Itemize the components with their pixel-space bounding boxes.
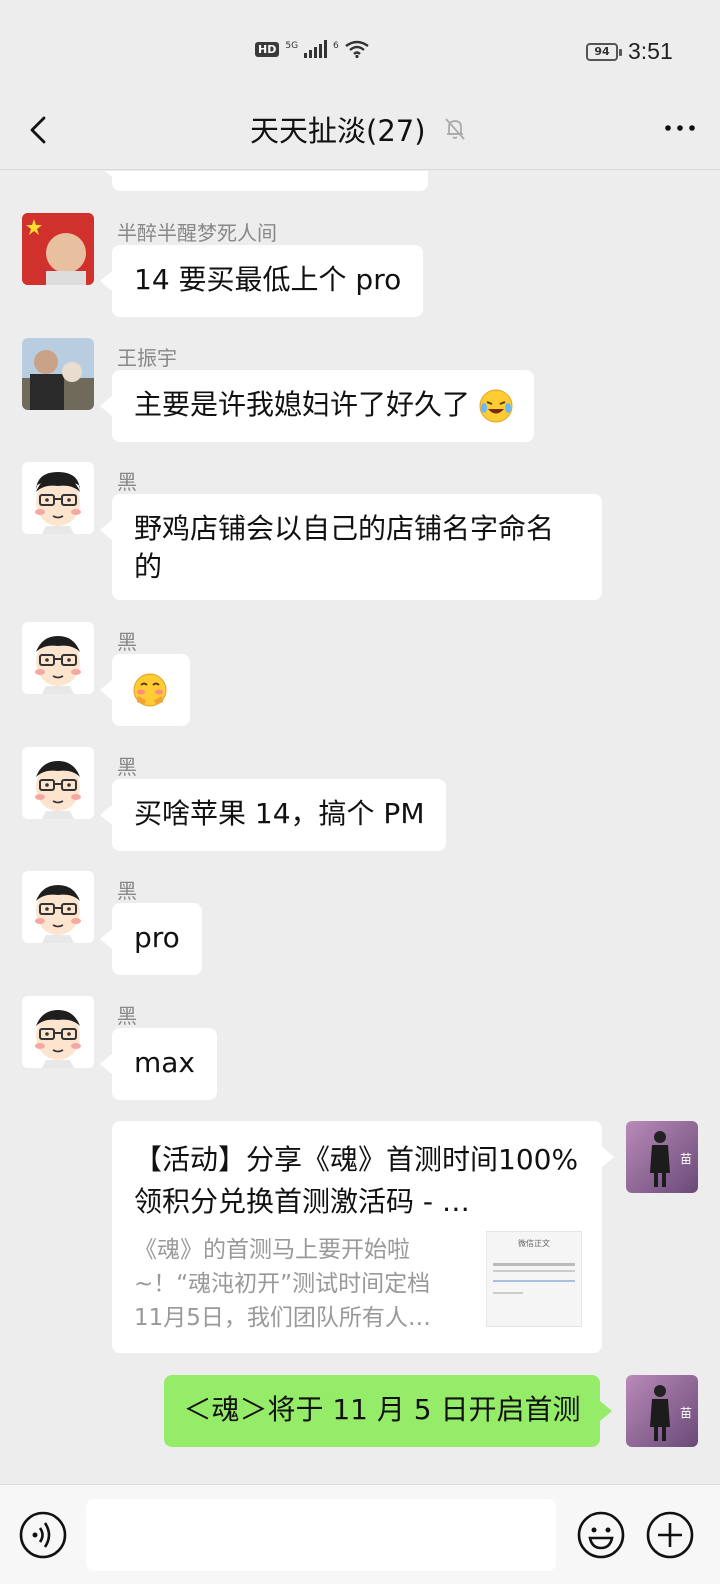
avatar[interactable] — [22, 747, 94, 819]
link-card-thumbnail: 微信正文 — [486, 1231, 582, 1327]
emoji-icon[interactable] — [576, 1510, 626, 1560]
my-avatar[interactable]: 苗 — [626, 1121, 698, 1193]
status-bar: HD 5G 6 94 3:51 — [0, 0, 720, 90]
message-text: 主要是许我媳妇许了好久了 — [134, 388, 471, 421]
avatar[interactable] — [22, 213, 94, 285]
sender-name: 黑 — [117, 755, 137, 779]
sender-name: 黑 — [117, 1004, 137, 1028]
sender-name: 半醉半醒梦死人间 — [117, 221, 277, 245]
avatar[interactable] — [22, 622, 94, 694]
message-text: 野鸡店铺会以自己的店铺名字命名的 — [134, 512, 555, 583]
avatar-cartoon-glasses — [22, 747, 94, 819]
laughing-crying-emoji-icon — [479, 389, 513, 423]
avatar-photo — [22, 338, 94, 410]
message-bubble[interactable]: 野鸡店铺会以自己的店铺名字命名的 — [100, 494, 602, 600]
link-card-description: 《魂》的首测马上要开始啦~！“魂沌初开”测试时间定档11月5日，我们团队所有人… — [134, 1237, 431, 1331]
avatar-stylized-figure: 苗 — [626, 1121, 698, 1193]
plus-icon[interactable] — [645, 1510, 695, 1560]
clock: 3:51 — [628, 38, 673, 64]
avatar-cartoon-glasses — [22, 996, 94, 1068]
message-list[interactable]: 半醉半醒梦死人间 14 要买最低上个 pro 王振宇 主要是许我媳妇许了好久了 — [0, 171, 720, 1484]
message-bubble[interactable]: max — [99, 1028, 218, 1100]
message-bubble[interactable]: pro — [100, 903, 202, 975]
avatar[interactable] — [22, 871, 94, 943]
sender-name: 黑 — [117, 630, 137, 654]
wifi-icon — [345, 40, 369, 58]
hd-indicator: HD — [255, 41, 280, 57]
title-group: 天天扯淡(27) — [250, 108, 468, 150]
status-icons: HD 5G 6 — [255, 40, 369, 58]
message-bubble[interactable] — [100, 654, 190, 726]
network-type: 5G — [285, 41, 299, 51]
message-text: ＜魂＞将于 11 月 5 日开启首测 — [183, 1393, 581, 1426]
avatar[interactable] — [22, 338, 94, 410]
sender-name: 黑 — [117, 470, 137, 494]
signal-icon — [304, 40, 328, 58]
thumb-header: 微信正文 — [518, 1239, 550, 1248]
shy-face-emoji-icon — [133, 673, 167, 707]
input-bar — [0, 1484, 720, 1584]
avatar-cartoon-glasses — [22, 462, 94, 534]
avatar-cartoon-glasses — [22, 622, 94, 694]
back-icon[interactable] — [20, 110, 60, 150]
message-bubble[interactable]: 14 要买最低上个 pro — [99, 245, 424, 317]
chat-title[interactable]: 天天扯淡(27) — [250, 108, 426, 150]
avatar[interactable] — [22, 996, 94, 1068]
link-card[interactable]: 【活动】分享《魂》首测时间100%领积分兑换首测激活码 - … 《魂》的首测马上… — [112, 1121, 614, 1353]
link-card-title: 【活动】分享《魂》首测时间100%领积分兑换首测激活码 - … — [134, 1143, 579, 1218]
avatar-glyph: 苗 — [680, 1406, 692, 1420]
message-text: 14 要买最低上个 pro — [134, 263, 402, 296]
chat-header: 天天扯淡(27) — [0, 90, 720, 170]
avatar-flag-photo — [22, 213, 94, 285]
my-message-bubble[interactable]: ＜魂＞将于 11 月 5 日开启首测 — [164, 1375, 612, 1447]
avatar-glyph: 苗 — [680, 1152, 692, 1166]
avatar-cartoon-glasses — [22, 871, 94, 943]
message-text: 买啥苹果 14，搞个 PM — [134, 797, 425, 830]
wifi-standard: 6 — [333, 41, 339, 51]
avatar[interactable] — [22, 462, 94, 534]
sender-name: 黑 — [117, 879, 137, 903]
message-bubble-partial — [100, 171, 428, 191]
more-options-icon[interactable] — [660, 108, 700, 148]
message-text: pro — [134, 921, 180, 954]
battery-level: 94 — [594, 45, 610, 58]
avatar-stylized-figure: 苗 — [626, 1375, 698, 1447]
message-text: max — [134, 1046, 196, 1079]
mute-bell-icon — [444, 118, 465, 140]
message-bubble[interactable]: 主要是许我媳妇许了好久了 — [99, 370, 535, 442]
voice-input-icon[interactable] — [18, 1510, 68, 1560]
sender-name: 王振宇 — [117, 346, 177, 370]
my-avatar[interactable]: 苗 — [626, 1375, 698, 1447]
message-bubble[interactable]: 买啥苹果 14，搞个 PM — [99, 779, 447, 851]
message-input[interactable] — [86, 1499, 556, 1571]
battery-icon: 94 — [586, 43, 622, 61]
